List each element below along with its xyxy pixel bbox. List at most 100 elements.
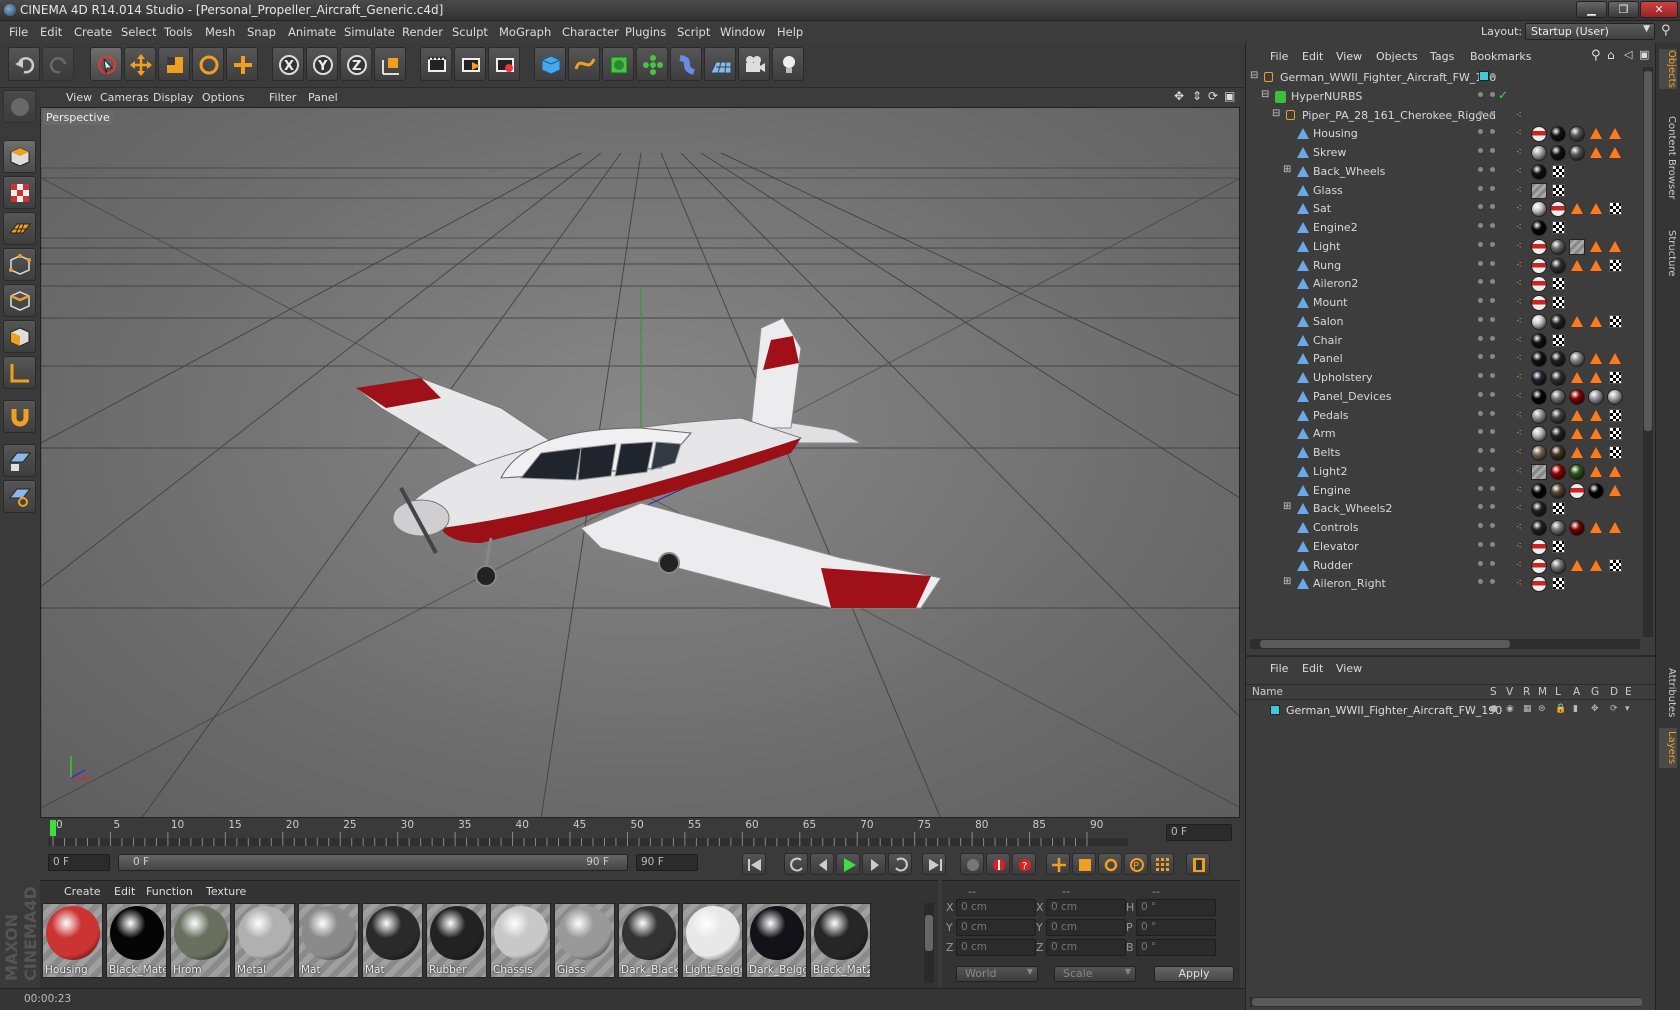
go-to-start-button[interactable] bbox=[742, 853, 766, 875]
rotate-tool-button[interactable] bbox=[192, 47, 224, 81]
layer-menu-edit[interactable]: Edit bbox=[1302, 662, 1323, 675]
visibility-dot[interactable] bbox=[1490, 335, 1495, 341]
coordinate-system-button[interactable] bbox=[374, 47, 406, 81]
object-name[interactable]: Pedals bbox=[1313, 409, 1349, 422]
object-name[interactable]: Arm bbox=[1313, 427, 1336, 440]
visibility-dot[interactable] bbox=[1490, 279, 1495, 285]
material-menu-edit[interactable]: Edit bbox=[114, 885, 135, 898]
key-scale-button[interactable] bbox=[1072, 853, 1096, 875]
object-name[interactable]: Mount bbox=[1313, 296, 1347, 309]
material-scrollbar[interactable] bbox=[924, 903, 934, 983]
material-swatch[interactable]: Mat bbox=[298, 903, 359, 978]
menu-window[interactable]: Window bbox=[720, 25, 765, 39]
visibility-dot[interactable] bbox=[1490, 260, 1495, 266]
move-view-icon[interactable]: ✥ bbox=[1174, 89, 1184, 103]
visibility-dot[interactable] bbox=[1478, 129, 1483, 135]
layer-column-v[interactable]: V bbox=[1506, 686, 1513, 698]
uvw-tag-icon[interactable] bbox=[1552, 183, 1565, 197]
uvw-tag-icon[interactable] bbox=[1609, 202, 1622, 216]
expand-icon[interactable]: ⊞ bbox=[1283, 501, 1291, 512]
material-swatch[interactable]: Dark_Beige bbox=[746, 903, 807, 978]
selection-tag-icon[interactable] bbox=[1609, 147, 1621, 158]
material-tag-icon[interactable] bbox=[1531, 482, 1547, 499]
selection-tag-icon[interactable] bbox=[1571, 447, 1583, 458]
menu-edit[interactable]: Edit bbox=[40, 25, 62, 39]
visibility-dot[interactable] bbox=[1490, 298, 1495, 303]
maximize-view-icon[interactable]: ▣ bbox=[1224, 89, 1235, 103]
object-row[interactable]: Salon ⁖ bbox=[1246, 312, 1641, 332]
coord-value-field[interactable]: 0 cm bbox=[956, 899, 1036, 916]
object-row[interactable]: Sat ⁖ bbox=[1246, 199, 1641, 219]
spline-button[interactable] bbox=[568, 47, 600, 81]
visibility-dot[interactable] bbox=[1478, 91, 1483, 97]
workplane-mode-button[interactable] bbox=[3, 212, 36, 245]
uvw-tag-icon[interactable] bbox=[1609, 408, 1622, 422]
material-tag-icon[interactable] bbox=[1569, 520, 1585, 536]
material-menu-texture[interactable]: Texture bbox=[206, 885, 246, 898]
visibility-dot[interactable] bbox=[1490, 579, 1495, 585]
object-menu-objects[interactable]: Objects bbox=[1376, 50, 1418, 63]
visibility-dot[interactable] bbox=[1478, 241, 1483, 247]
layer-column-e[interactable]: E bbox=[1625, 686, 1632, 698]
selection-tag-icon[interactable] bbox=[1609, 522, 1621, 533]
striped-material-tag-icon[interactable] bbox=[1531, 257, 1547, 274]
material-tag-icon[interactable] bbox=[1607, 388, 1623, 405]
phong-tag-icon[interactable]: ⁖ bbox=[1516, 541, 1522, 552]
phong-tag-icon[interactable]: ⁖ bbox=[1516, 260, 1522, 271]
menu-file[interactable]: File bbox=[9, 25, 28, 39]
material-tag-icon[interactable] bbox=[1588, 482, 1604, 499]
material-tag-icon[interactable] bbox=[1531, 220, 1547, 236]
selection-tag-icon[interactable] bbox=[1571, 203, 1583, 215]
coord-value-field[interactable]: 0 cm bbox=[956, 919, 1036, 936]
tab-objects[interactable]: Objects bbox=[1659, 49, 1677, 89]
visibility-dot[interactable] bbox=[1478, 110, 1483, 116]
expand-icon[interactable]: ⊞ bbox=[1283, 164, 1291, 175]
visibility-dot[interactable] bbox=[1490, 73, 1495, 78]
object-row[interactable]: Belts ⁖ bbox=[1246, 443, 1641, 463]
striped-material-tag-icon[interactable] bbox=[1531, 295, 1547, 311]
keyframe-selection-button[interactable]: ? bbox=[1012, 853, 1036, 875]
new-view-icon[interactable]: ▣ bbox=[1639, 48, 1649, 61]
object-row[interactable]: Engine ⁖ bbox=[1246, 481, 1641, 501]
striped-material-tag-icon[interactable] bbox=[1531, 576, 1547, 593]
menu-character[interactable]: Character bbox=[562, 25, 619, 39]
uvw-tag-icon[interactable] bbox=[1552, 277, 1565, 291]
tab-structure[interactable]: Structure bbox=[1659, 223, 1677, 283]
material-tag-icon[interactable] bbox=[1569, 351, 1585, 368]
redo-button[interactable] bbox=[42, 47, 74, 81]
menu-snap[interactable]: Snap bbox=[247, 25, 276, 39]
enabled-check-icon[interactable]: ✓ bbox=[1498, 88, 1508, 102]
key-position-button[interactable] bbox=[1046, 853, 1070, 875]
search-icon[interactable]: ⚲ bbox=[1591, 48, 1601, 63]
visibility-dot[interactable] bbox=[1478, 504, 1483, 510]
selection-tag-icon[interactable] bbox=[1571, 428, 1583, 440]
material-tag-icon[interactable] bbox=[1569, 145, 1585, 161]
material-tag-icon[interactable] bbox=[1531, 388, 1547, 405]
striped-material-tag-icon[interactable] bbox=[1569, 482, 1585, 499]
object-row[interactable]: Panel ⁖ bbox=[1246, 349, 1641, 369]
render-icon[interactable]: ▦ bbox=[1523, 704, 1532, 714]
object-name[interactable]: Engine bbox=[1313, 484, 1351, 497]
dolly-view-icon[interactable]: ⇕ bbox=[1192, 89, 1202, 103]
material-tag-icon[interactable] bbox=[1550, 145, 1566, 161]
object-row[interactable]: Light ⁖ bbox=[1246, 237, 1641, 257]
material-tag-icon[interactable] bbox=[1531, 370, 1547, 386]
menu-tools[interactable]: Tools bbox=[164, 25, 192, 39]
object-horizontal-scrollbar[interactable] bbox=[1250, 639, 1640, 649]
material-tag-icon[interactable] bbox=[1550, 238, 1566, 255]
material-swatch[interactable]: Rubber bbox=[426, 903, 487, 978]
object-name[interactable]: Elevator bbox=[1313, 540, 1359, 553]
menu-animate[interactable]: Animate bbox=[288, 25, 336, 39]
camera-button[interactable] bbox=[738, 47, 770, 81]
visibility-dot[interactable] bbox=[1478, 354, 1483, 360]
striped-material-tag-icon[interactable] bbox=[1531, 238, 1547, 255]
object-row[interactable]: ⊟ Piper_PA_28_161_Cherokee_Rigged ⁖ bbox=[1246, 106, 1641, 126]
viewport-menu-display[interactable]: Display bbox=[153, 91, 194, 104]
selection-tag-icon[interactable] bbox=[1590, 522, 1602, 533]
material-swatch[interactable]: Hrom bbox=[170, 903, 231, 978]
phong-tag-icon[interactable]: ⁖ bbox=[1516, 485, 1522, 496]
key-parameter-button[interactable]: P bbox=[1124, 853, 1148, 875]
visibility-dot[interactable] bbox=[1490, 541, 1495, 547]
key-point-level-button[interactable] bbox=[1150, 853, 1174, 875]
object-name[interactable]: German_WWII_Fighter_Aircraft_FW_190 bbox=[1280, 71, 1496, 84]
